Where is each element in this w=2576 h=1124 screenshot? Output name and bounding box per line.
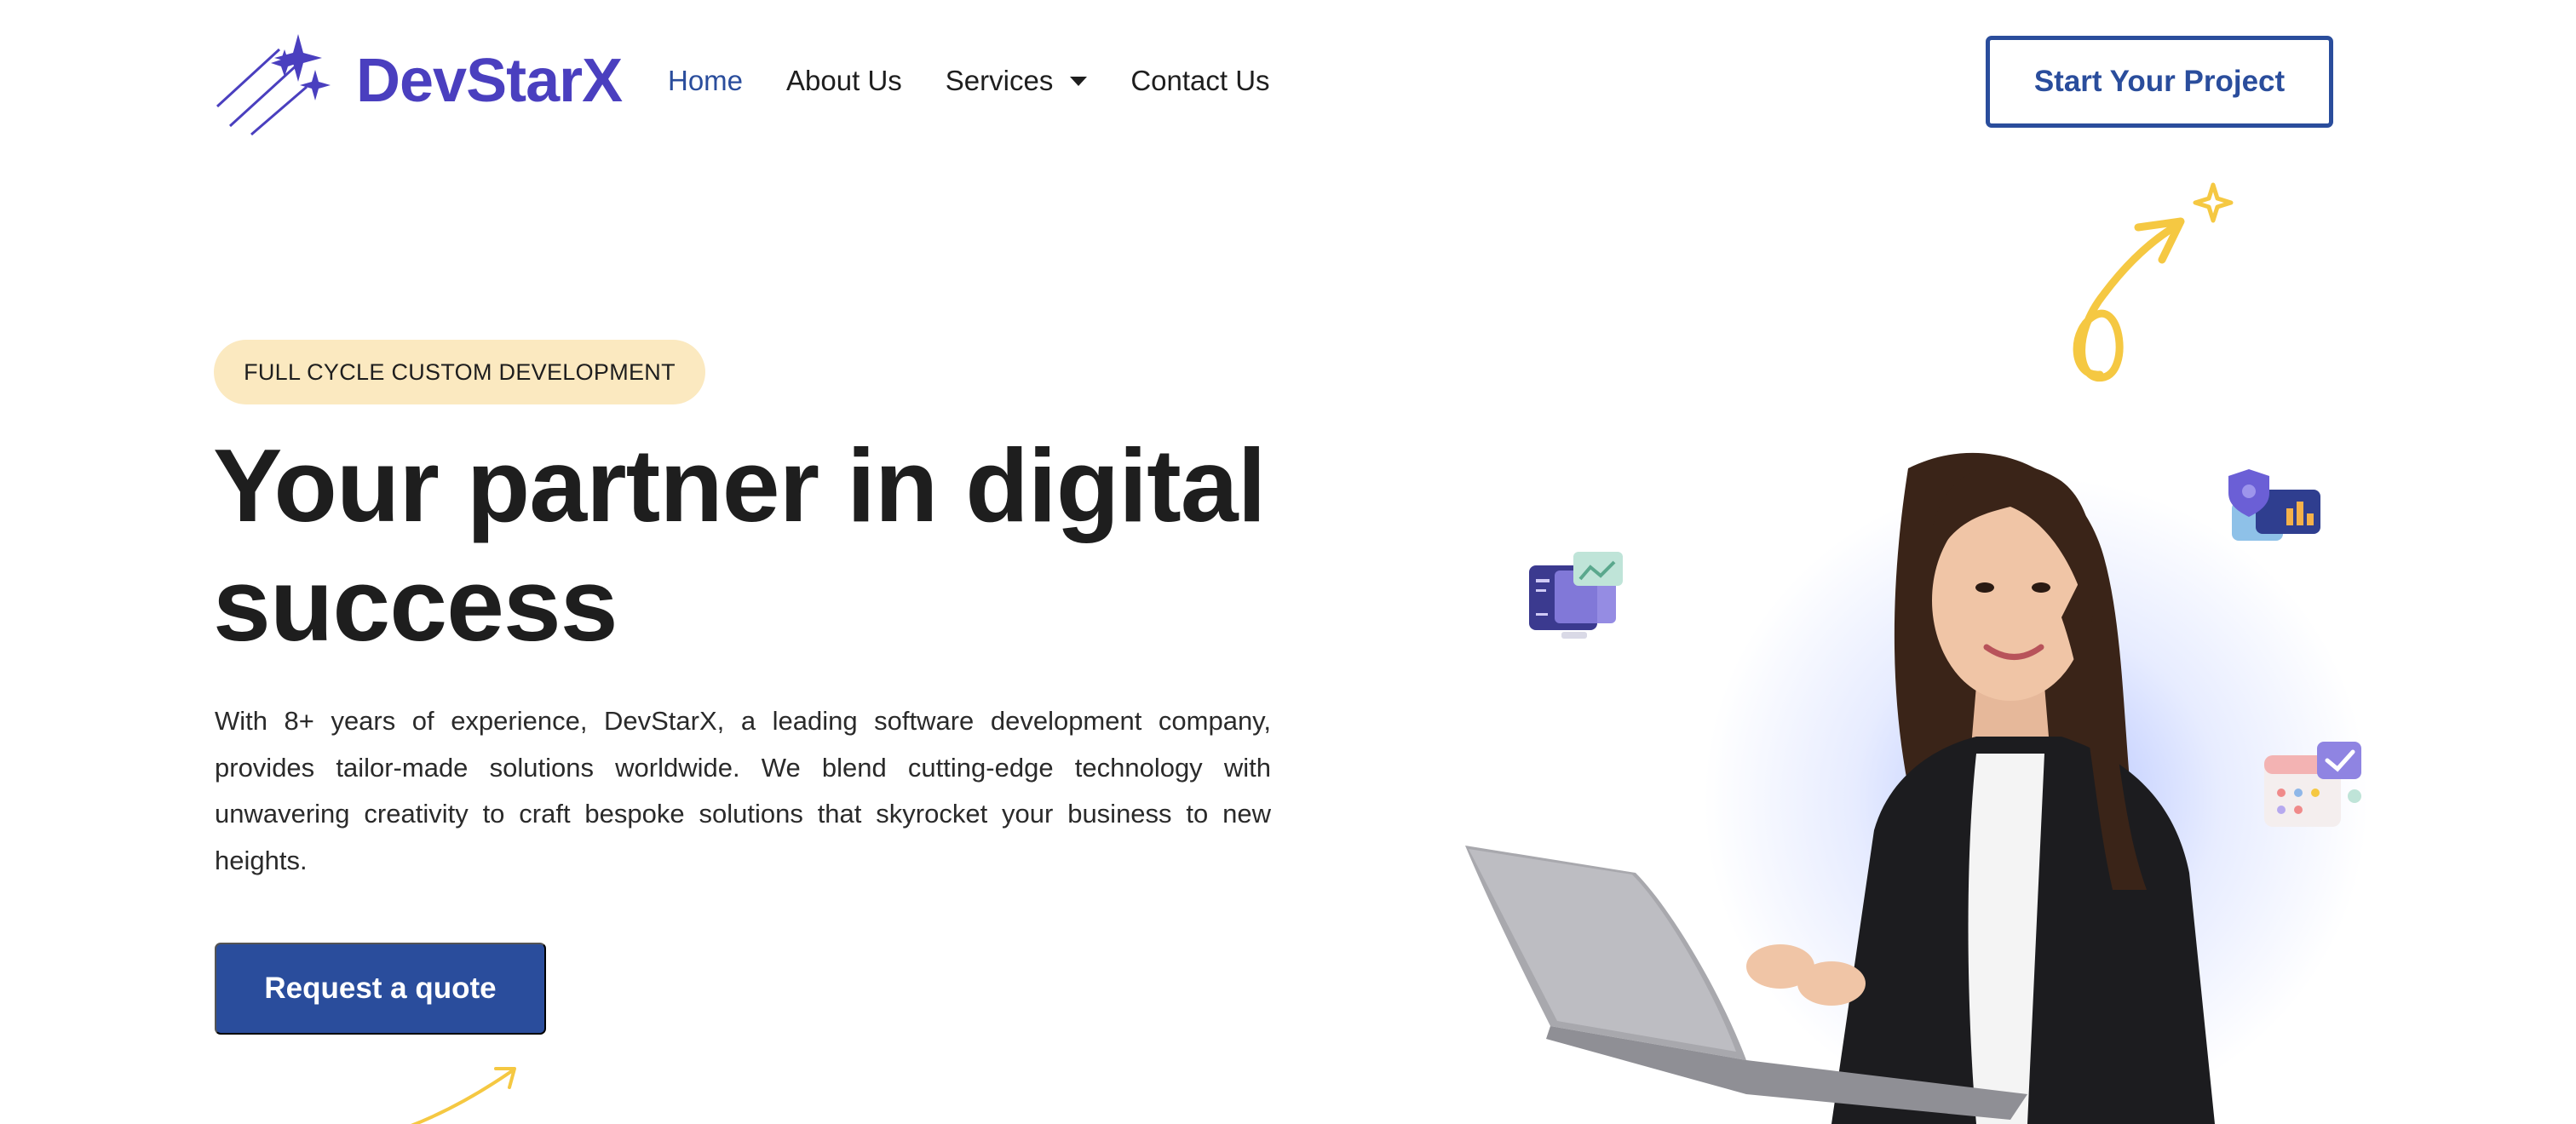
sparkle-icon	[2193, 182, 2234, 223]
nav-item-services[interactable]: Services	[946, 65, 1088, 97]
nav-item-contact-us[interactable]: Contact Us	[1130, 65, 1269, 97]
brand-logo[interactable]: DevStarX	[213, 26, 623, 136]
chevron-down-icon	[1070, 76, 1088, 86]
nav-item-home[interactable]: Home	[668, 65, 743, 97]
nav-item-about-us[interactable]: About Us	[786, 65, 902, 97]
shield-dashboard-icon	[2228, 469, 2320, 541]
brand-name: DevStarX	[356, 47, 623, 115]
start-your-project-button[interactable]: Start Your Project	[1986, 36, 2333, 128]
hero-headline-line1: Your partner in digital	[213, 427, 1266, 543]
hand-drawn-arrow-icon	[411, 1067, 516, 1124]
main-nav: Home About Us Services Contact Us	[668, 60, 1314, 102]
hand-drawn-arrow-icon	[2073, 182, 2234, 382]
nav-item-services-label: Services	[945, 65, 1054, 96]
woman-with-laptop-photo	[1465, 452, 2215, 1124]
calendar-check-icon	[2264, 742, 2361, 827]
hero-description: With 8+ years of experience, DevStarX, a…	[215, 706, 1271, 875]
site-header: DevStarX Home About Us Services Contact …	[0, 0, 2576, 162]
hero-badge: FULL CYCLE CUSTOM DEVELOPMENT	[214, 340, 705, 404]
hero-headline: Your partner in digital success	[213, 426, 1320, 664]
request-quote-button[interactable]: Request a quote	[215, 943, 546, 1035]
shooting-stars-icon	[216, 34, 331, 136]
hero-headline-line2: success	[213, 547, 618, 662]
